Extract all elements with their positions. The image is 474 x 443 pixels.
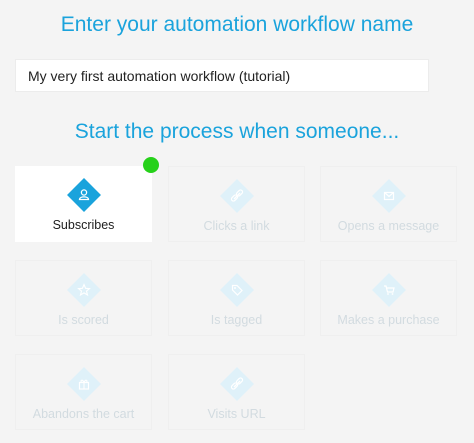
trigger-label: Clicks a link — [203, 219, 270, 233]
person-icon — [66, 178, 101, 212]
trigger-label: Subscribes — [52, 218, 115, 232]
link-icon — [219, 179, 254, 213]
cart-icon — [371, 273, 406, 307]
trigger-label: Opens a message — [337, 219, 440, 233]
trigger-label: Is tagged — [210, 313, 263, 327]
trigger-label: Makes a purchase — [337, 313, 440, 327]
trigger-makes-a-purchase[interactable]: Makes a purchase — [320, 260, 457, 336]
url-link-icon — [219, 367, 254, 401]
trigger-heading: Start the process when someone... — [74, 120, 400, 143]
gift-icon — [66, 367, 101, 401]
tag-icon — [219, 273, 254, 307]
trigger-opens-a-message[interactable]: Opens a message — [320, 166, 457, 242]
trigger-label: Is scored — [58, 313, 109, 327]
workflow-name-input[interactable] — [15, 59, 429, 92]
status-dot — [143, 157, 159, 173]
trigger-visits-url[interactable]: Visits URL — [168, 354, 305, 430]
trigger-abandons-the-cart[interactable]: Abandons the cart — [15, 354, 152, 430]
envelope-icon — [371, 179, 406, 213]
trigger-subscribes[interactable]: Subscribes — [15, 166, 152, 242]
star-icon — [66, 273, 101, 307]
trigger-is-scored[interactable]: Is scored — [15, 260, 152, 336]
trigger-is-tagged[interactable]: Is tagged — [168, 260, 305, 336]
trigger-clicks-a-link[interactable]: Clicks a link — [168, 166, 305, 242]
trigger-label: Visits URL — [207, 407, 266, 421]
trigger-label: Abandons the cart — [32, 407, 135, 421]
page-title: Enter your automation workflow name — [60, 13, 414, 36]
